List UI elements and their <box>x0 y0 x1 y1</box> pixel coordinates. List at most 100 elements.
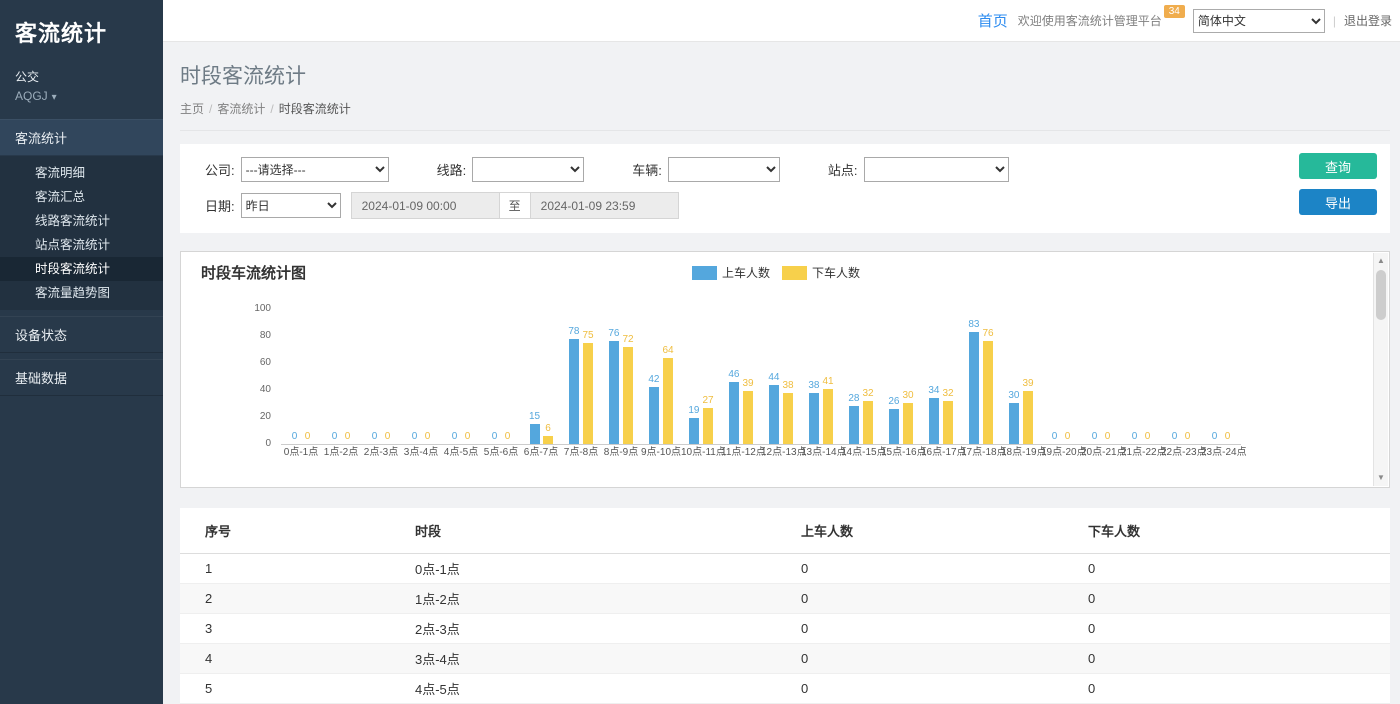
bar-column: 0 <box>490 431 500 444</box>
sidebar-item[interactable]: 客流汇总 <box>0 185 163 209</box>
bar-column: 30 <box>903 390 914 444</box>
logout-link[interactable]: 退出登录 <box>1344 12 1392 29</box>
bar-value-label: 0 <box>505 431 511 443</box>
breadcrumb-separator: / <box>270 102 273 116</box>
table-cell: 5 <box>180 674 407 704</box>
date-end-input[interactable] <box>530 192 679 219</box>
date-start-input[interactable] <box>351 192 500 219</box>
legend-item[interactable]: 下车人数 <box>782 264 860 281</box>
home-link[interactable]: 首页 <box>978 10 1008 31</box>
bar-value-label: 78 <box>568 326 579 338</box>
notification-badge[interactable]: 34 <box>1164 5 1185 18</box>
table-row[interactable]: 54点-5点00 <box>180 674 1390 704</box>
bar[interactable] <box>1009 403 1019 444</box>
station-select[interactable] <box>864 157 1009 182</box>
sidebar-section[interactable]: 设备状态 <box>0 316 163 353</box>
bar-pair: 00 <box>321 310 361 445</box>
bar-value-label: 39 <box>743 378 754 390</box>
bar[interactable] <box>743 391 753 444</box>
scroll-down-icon[interactable]: ▼ <box>1374 471 1388 485</box>
bar[interactable] <box>649 387 659 444</box>
bar-value-label: 0 <box>1065 431 1071 443</box>
bar-group: 42649点-10点 <box>641 310 681 461</box>
bar[interactable] <box>889 409 899 444</box>
bar-column: 15 <box>529 411 540 444</box>
company-select[interactable]: ---请选择--- <box>241 157 389 182</box>
bar[interactable] <box>609 341 619 444</box>
bar[interactable] <box>703 408 713 444</box>
bar-group: 283214点-15点 <box>841 310 881 461</box>
bar-pair: 78 75 <box>561 310 601 445</box>
table-row[interactable]: 32点-3点00 <box>180 614 1390 644</box>
sidebar-section[interactable]: 基础数据 <box>0 359 163 396</box>
bar-column: 32 <box>943 388 954 444</box>
bar[interactable] <box>983 341 993 444</box>
scroll-up-icon[interactable]: ▲ <box>1374 254 1388 268</box>
x-axis-label: 6点-7点 <box>521 445 561 461</box>
line-select[interactable] <box>472 157 584 182</box>
bar-column: 0 <box>370 431 380 444</box>
vehicle-select[interactable] <box>668 157 780 182</box>
table-header-cell: 上车人数 <box>793 508 1080 554</box>
bar-value-label: 0 <box>1185 431 1191 443</box>
bar[interactable] <box>623 347 633 444</box>
bar[interactable] <box>943 401 953 444</box>
bar[interactable] <box>903 403 913 444</box>
table-row[interactable]: 10点-1点00 <box>180 554 1390 584</box>
chart-scrollbar[interactable]: ▲ ▼ <box>1373 253 1388 486</box>
sidebar-item[interactable]: 客流明细 <box>0 161 163 185</box>
bar-value-label: 39 <box>1023 378 1034 390</box>
bar[interactable] <box>689 418 699 444</box>
x-axis-label: 19点-20点 <box>1041 445 1081 461</box>
sidebar-item[interactable]: 客流量趋势图 <box>0 281 163 305</box>
bar-pair: 46 39 <box>721 310 761 445</box>
bar-group: 0019点-20点 <box>1041 310 1081 461</box>
table-cell: 0 <box>1080 644 1390 674</box>
bar-value-label: 26 <box>888 396 899 408</box>
bar[interactable] <box>863 401 873 444</box>
bar[interactable] <box>543 436 553 444</box>
company-dropdown[interactable]: AQGJ▾ <box>0 86 163 119</box>
bar[interactable] <box>849 406 859 444</box>
bar[interactable] <box>729 382 739 444</box>
bar-value-label: 38 <box>783 380 794 392</box>
bar-group: 76728点-9点 <box>601 310 641 461</box>
breadcrumb-item[interactable]: 客流统计 <box>217 102 265 116</box>
bar[interactable] <box>783 393 793 444</box>
scrollbar-thumb[interactable] <box>1376 270 1386 320</box>
bar-column: 0 <box>410 431 420 444</box>
table-row[interactable]: 43点-4点00 <box>180 644 1390 674</box>
bar[interactable] <box>769 385 779 444</box>
bar-group: 003点-4点 <box>401 310 441 461</box>
bar-pair: 00 <box>361 310 401 445</box>
breadcrumb-item[interactable]: 主页 <box>180 102 204 116</box>
sidebar-subtitle: 公交 <box>0 52 163 86</box>
bar[interactable] <box>530 424 540 444</box>
sidebar-section[interactable]: 客流统计 <box>0 119 163 156</box>
bar-column: 46 <box>728 369 739 444</box>
table-row[interactable]: 21点-2点00 <box>180 584 1390 614</box>
table-cell: 1点-2点 <box>407 584 793 614</box>
bar-group: 0023点-24点 <box>1201 310 1241 461</box>
station-filter-label: 站点: <box>828 160 858 179</box>
bar[interactable] <box>969 332 979 444</box>
bar[interactable] <box>663 358 673 444</box>
bar[interactable] <box>1023 391 1033 444</box>
bar[interactable] <box>929 398 939 444</box>
hourly-passenger-table: 序号时段上车人数下车人数 10点-1点0021点-2点0032点-3点0043点… <box>180 508 1390 704</box>
date-preset-select[interactable]: 昨日 <box>241 193 341 218</box>
legend-item[interactable]: 上车人数 <box>692 264 770 281</box>
language-select[interactable]: 简体中文 <box>1193 9 1325 33</box>
bar-value-label: 75 <box>583 330 594 342</box>
bar[interactable] <box>569 339 579 444</box>
query-button[interactable]: 查询 <box>1299 153 1377 179</box>
sidebar-item[interactable]: 线路客流统计 <box>0 209 163 233</box>
export-button[interactable]: 导出 <box>1299 189 1377 215</box>
sidebar-item[interactable]: 时段客流统计 <box>0 257 163 281</box>
app-window: 客流统计 公交 AQGJ▾ 客流统计客流明细客流汇总线路客流统计站点客流统计时段… <box>0 0 1400 704</box>
bar[interactable] <box>823 389 833 444</box>
bar[interactable] <box>583 343 593 444</box>
bar[interactable] <box>809 393 819 444</box>
sidebar-item[interactable]: 站点客流统计 <box>0 233 163 257</box>
sidebar: 客流统计 公交 AQGJ▾ 客流统计客流明细客流汇总线路客流统计站点客流统计时段… <box>0 0 163 704</box>
